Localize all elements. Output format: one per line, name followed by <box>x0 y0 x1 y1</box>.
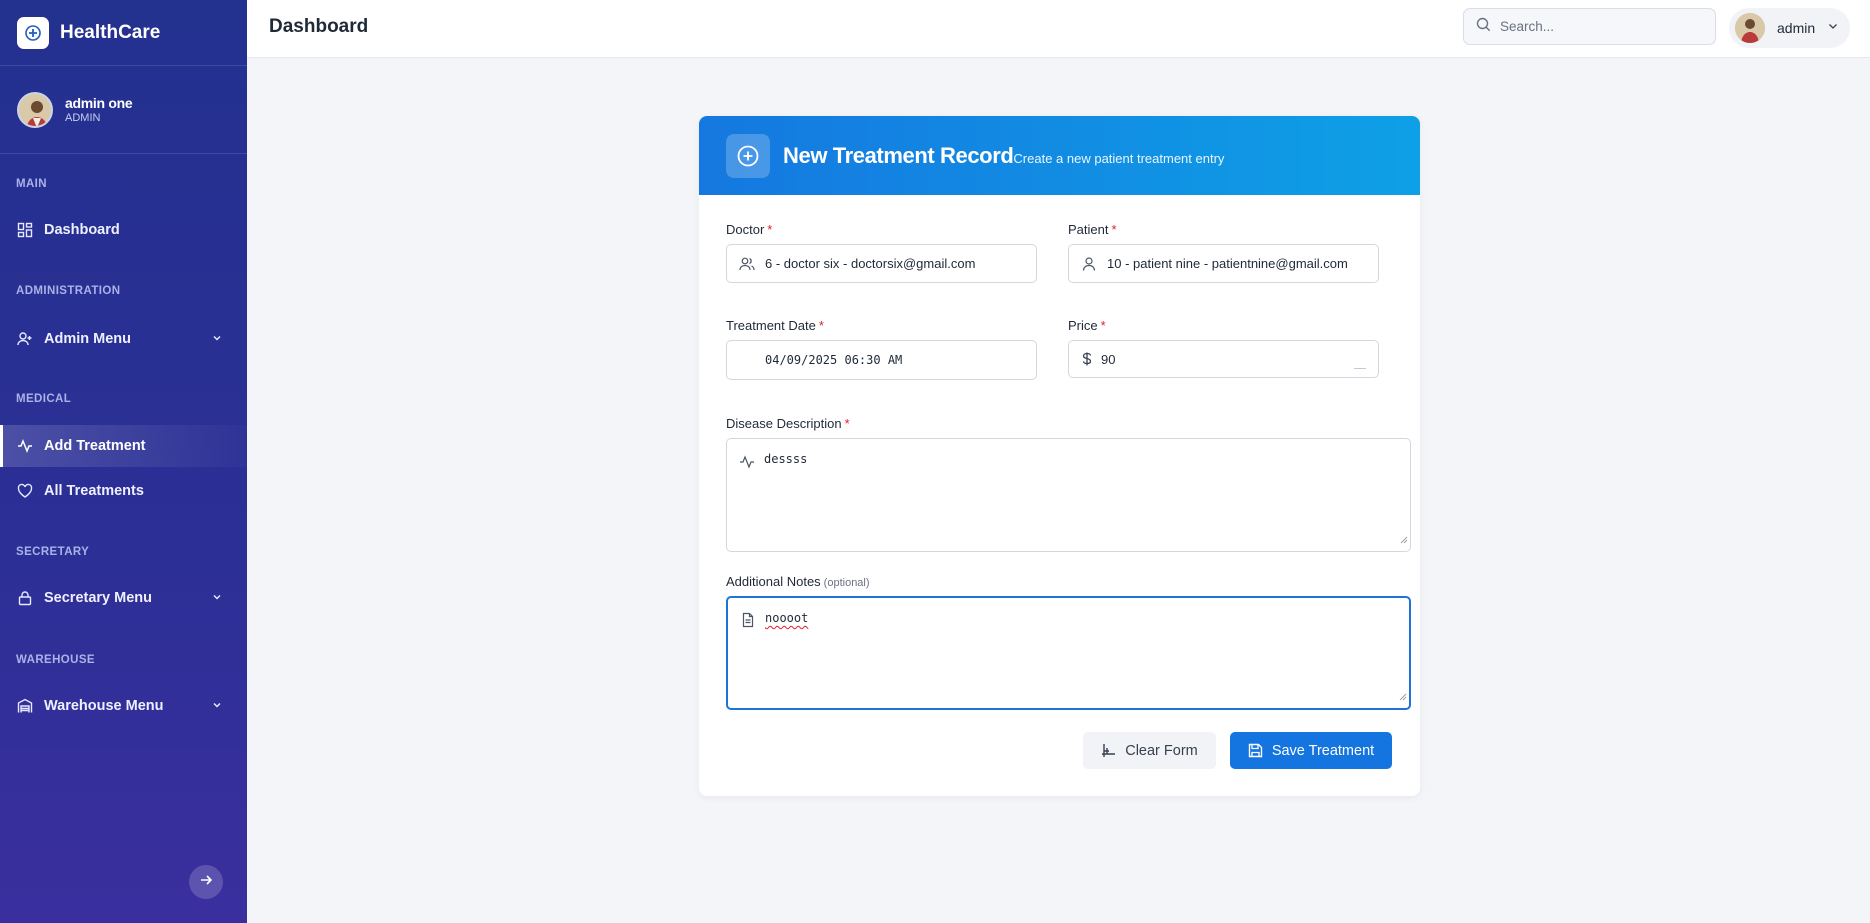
sidebar-item-label: All Treatments <box>44 483 144 499</box>
sidebar-item-admin-menu[interactable]: Admin Menu <box>0 318 247 360</box>
section-main: MAIN <box>16 178 47 190</box>
user-icon <box>1081 256 1097 272</box>
treatment-date-value: 04/09/2025 06:30 AM <box>765 353 903 367</box>
additional-notes-label: Additional Notes (optional) <box>726 574 870 589</box>
card-header: New Treatment Record Create a new patien… <box>699 116 1420 195</box>
heart-icon <box>17 483 33 499</box>
brand[interactable]: HealthCare <box>0 0 247 66</box>
healthcare-logo-icon <box>17 16 49 49</box>
section-medical: MEDICAL <box>16 393 72 405</box>
disease-description-textarea[interactable]: dessss <box>726 438 1411 552</box>
search-box[interactable] <box>1463 8 1716 45</box>
page-title: Dashboard <box>269 16 369 37</box>
lock-icon <box>17 590 33 606</box>
avatar <box>17 91 53 128</box>
form-title: New Treatment Record <box>783 142 1014 168</box>
search-input[interactable] <box>1500 19 1700 34</box>
resize-handle-icon[interactable] <box>1399 688 1407 706</box>
warehouse-icon <box>17 698 33 714</box>
sidebar-item-warehouse-menu[interactable]: Warehouse Menu <box>0 685 247 727</box>
treatment-form-card: New Treatment Record Create a new patien… <box>699 116 1420 796</box>
additional-notes-textarea[interactable]: noooot <box>726 596 1411 710</box>
clear-form-button[interactable]: Clear Form <box>1083 732 1216 769</box>
sidebar-item-label: Add Treatment <box>44 438 146 454</box>
save-treatment-button[interactable]: Save Treatment <box>1230 732 1392 769</box>
treatment-date-input[interactable]: 04/09/2025 06:30 AM <box>726 340 1037 380</box>
chevron-down-icon <box>211 591 223 607</box>
user-plus-icon <box>17 331 33 347</box>
activity-icon <box>17 438 33 454</box>
topbar: Dashboard admin <box>247 0 1870 58</box>
resize-handle-icon[interactable] <box>1400 531 1408 549</box>
user-menu[interactable]: admin <box>1729 8 1850 48</box>
section-administration: ADMINISTRATION <box>16 285 121 297</box>
chevron-down-icon <box>211 699 223 715</box>
doctor-label: Doctor * <box>726 222 773 237</box>
sidebar-item-label: Warehouse Menu <box>44 698 164 714</box>
brand-name: HealthCare <box>60 21 161 43</box>
sidebar-collapse-button[interactable] <box>189 865 223 899</box>
doctor-select[interactable]: 6 - doctor six - doctorsix@gmail.com <box>726 244 1037 283</box>
save-treatment-label: Save Treatment <box>1271 742 1375 759</box>
clear-form-label: Clear Form <box>1125 742 1198 759</box>
patient-select[interactable]: 10 - patient nine - patientnine@gmail.co… <box>1068 244 1379 283</box>
save-icon <box>1248 743 1263 758</box>
price-input[interactable]: 90 <box>1068 340 1379 378</box>
price-value: 90 <box>1101 351 1116 367</box>
form-subtitle: Create a new patient treatment entry <box>1013 150 1225 166</box>
section-warehouse: WAREHOUSE <box>16 654 95 666</box>
avatar <box>1735 13 1765 43</box>
disease-description-label: Disease Description * <box>726 416 850 431</box>
sidebar-item-dashboard[interactable]: Dashboard <box>0 209 247 251</box>
file-text-icon <box>740 612 756 628</box>
profile-role: ADMIN <box>65 112 101 124</box>
eraser-icon <box>1102 744 1116 757</box>
sidebar-item-label: Secretary Menu <box>44 590 152 606</box>
users-icon <box>739 256 755 272</box>
dashboard-grid-icon <box>17 222 33 238</box>
price-label: Price * <box>1068 318 1106 333</box>
doctor-value: 6 - doctor six - doctorsix@gmail.com <box>765 256 976 271</box>
patient-label: Patient * <box>1068 222 1117 237</box>
user-name: admin <box>1777 20 1816 36</box>
number-spinner-icon[interactable] <box>1354 368 1366 369</box>
treatment-date-label: Treatment Date * <box>726 318 824 333</box>
activity-icon <box>739 453 755 469</box>
sidebar-item-label: Dashboard <box>44 222 120 238</box>
sidebar-item-add-treatment[interactable]: Add Treatment <box>0 425 247 467</box>
plus-circle-icon <box>726 133 770 178</box>
patient-value: 10 - patient nine - patientnine@gmail.co… <box>1107 256 1348 271</box>
sidebar-profile: admin one ADMIN <box>0 66 247 154</box>
sidebar-item-label: Admin Menu <box>44 331 131 347</box>
sidebar: HealthCare admin one ADMIN MAIN Dashboar… <box>0 0 247 923</box>
profile-name: admin one <box>65 95 133 111</box>
dollar-icon <box>1081 351 1093 367</box>
additional-notes-value: noooot <box>765 611 809 625</box>
chevron-down-icon <box>211 332 223 348</box>
section-secretary: SECRETARY <box>16 546 90 558</box>
arrow-right-icon <box>199 873 213 892</box>
chevron-down-icon <box>1827 19 1839 37</box>
disease-description-value: dessss <box>764 452 808 466</box>
search-icon <box>1476 17 1491 37</box>
sidebar-item-secretary-menu[interactable]: Secretary Menu <box>0 577 247 619</box>
sidebar-item-all-treatments[interactable]: All Treatments <box>0 470 247 512</box>
